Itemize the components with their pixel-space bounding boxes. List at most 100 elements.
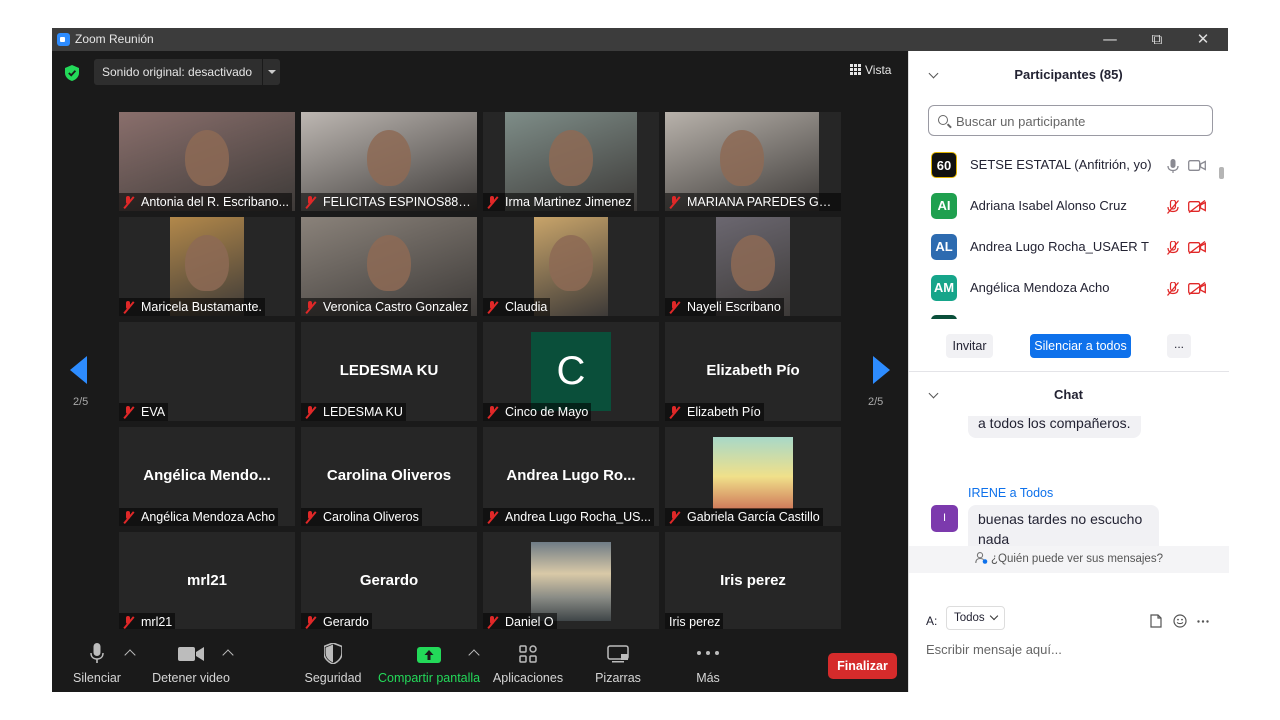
video-tile[interactable]: Daniel O [483, 532, 659, 631]
apps-button[interactable]: Aplicaciones [492, 629, 564, 692]
participant-row[interactable]: AI Adriana Isabel Alonso Cruz [909, 186, 1219, 227]
next-page-arrow-icon[interactable] [873, 356, 890, 384]
security-shield-icon [324, 643, 342, 664]
video-tile[interactable]: LEDESMA KU LEDESMA KU [301, 322, 477, 421]
video-tile[interactable]: mrl21 mrl21 [119, 532, 295, 631]
whiteboards-label: Pizarras [595, 671, 641, 685]
participant-name-label: Elizabeth Pío [665, 403, 764, 421]
video-tile[interactable]: C Cinco de Mayo [483, 322, 659, 421]
video-tile[interactable]: FELICITAS ESPINOS88A P... [301, 112, 477, 211]
close-button[interactable]: ✕ [1181, 28, 1225, 51]
participant-name: Antonia del R. Escribano... [141, 195, 289, 209]
file-attach-icon[interactable] [1150, 614, 1162, 628]
chevron-down-icon[interactable] [262, 59, 280, 85]
video-tile[interactable]: Veronica Castro Gonzalez [301, 217, 477, 316]
avatar: AM [931, 275, 957, 301]
participant-display-name: Gerardo [359, 572, 419, 589]
participant-name-label: EVA [119, 403, 169, 421]
restore-button[interactable]: ⧉ [1135, 28, 1179, 51]
video-tile[interactable]: Iris perez Iris perez [665, 532, 841, 631]
video-off-icon[interactable] [1188, 282, 1206, 295]
recipient-value: Todos [954, 612, 985, 624]
participant-row[interactable]: AL Andrea Lugo Rocha_USAER T [909, 227, 1219, 268]
original-sound-dropdown[interactable]: Sonido original: desactivado [94, 59, 280, 85]
participant-name: Veronica Castro Gonzalez [323, 300, 469, 314]
emoji-icon[interactable] [1173, 614, 1187, 628]
participant-name: Gabriela García Castillo [687, 510, 820, 524]
video-tile[interactable]: MARIANA PAREDES GUT... [665, 112, 841, 211]
participant-display-name: Andrea Lugo Ro... [506, 467, 636, 484]
video-tile[interactable]: Elizabeth Pío Elizabeth Pío [665, 322, 841, 421]
microphone-muted-icon[interactable] [1167, 200, 1179, 214]
participant-search-input[interactable]: Buscar un participante [928, 105, 1213, 136]
chat-more-dots-icon[interactable] [1197, 620, 1209, 623]
scrollbar-thumb[interactable] [1219, 167, 1224, 179]
more-label: Más [696, 671, 720, 685]
participant-name: mrl21 [141, 615, 173, 629]
microphone-muted-icon [305, 616, 316, 628]
microphone-muted-icon[interactable] [1167, 241, 1179, 255]
participant-name: Angélica Mendoza Acho [141, 510, 276, 524]
previous-page-arrow-icon[interactable] [70, 356, 87, 384]
video-off-icon[interactable] [1188, 241, 1206, 254]
video-tile[interactable]: Irma Martinez Jimenez [483, 112, 659, 211]
video-tile[interactable]: Carolina Oliveros Carolina Oliveros [301, 427, 477, 526]
video-camera-icon[interactable] [1188, 159, 1206, 172]
microphone-muted-icon [487, 511, 498, 523]
microphone-muted-icon [487, 616, 498, 628]
stop-video-button[interactable]: Detener video [152, 629, 230, 692]
participant-name: Claudia [505, 300, 548, 314]
participant-face [185, 235, 229, 291]
chat-message-line: buenas tardes no escucho [978, 511, 1143, 527]
participant-row-partial[interactable] [909, 309, 1219, 319]
minimize-button[interactable]: — [1088, 28, 1132, 51]
video-tile[interactable]: Andrea Lugo Ro... Andrea Lugo Rocha_US... [483, 427, 659, 526]
microphone-icon[interactable] [1167, 159, 1179, 173]
more-button[interactable]: Más [682, 629, 734, 692]
end-meeting-button[interactable]: Finalizar [828, 653, 897, 679]
participant-list-scrollbar[interactable] [1219, 167, 1224, 317]
video-tile[interactable]: Angélica Mendo... Angélica Mendoza Acho [119, 427, 295, 526]
view-button[interactable]: Vista [850, 63, 891, 77]
panel-divider [909, 371, 1229, 372]
whiteboard-icon [607, 645, 629, 663]
recipient-dropdown[interactable]: Todos [946, 606, 1005, 630]
video-tile[interactable]: Maricela Bustamante. [119, 217, 295, 316]
video-tile[interactable]: Claudia [483, 217, 659, 316]
whiteboards-button[interactable]: Pizarras [586, 629, 650, 692]
video-tile[interactable]: Gabriela García Castillo [665, 427, 841, 526]
video-tile[interactable]: Gerardo Gerardo [301, 532, 477, 631]
participant-row[interactable]: AM Angélica Mendoza Acho [909, 268, 1219, 309]
participant-name: Carolina Oliveros [323, 510, 419, 524]
participant-display-name: Elizabeth Pío [706, 362, 800, 379]
mute-all-button[interactable]: Silenciar a todos [1030, 334, 1131, 358]
chat-message-input[interactable]: Escribir mensaje aquí... [926, 642, 1062, 657]
participant-display-name: Angélica Mendo... [143, 467, 271, 484]
window-title: Zoom Reunión [75, 32, 154, 46]
meeting-toolbar: Silenciar Detener video Seguridad Compar… [52, 629, 908, 692]
participant-name: Maricela Bustamante. [141, 300, 262, 314]
microphone-muted-icon [669, 406, 680, 418]
video-tile[interactable]: EVA [119, 322, 295, 421]
avatar-letter: C [531, 332, 611, 411]
who-can-see-messages-link[interactable]: ¿Quién puede ver sus mensajes? [909, 546, 1229, 573]
participant-name-label: Andrea Lugo Rocha_US... [483, 508, 654, 526]
participants-more-button[interactable]: ... [1167, 334, 1191, 358]
encryption-shield-icon[interactable] [65, 65, 79, 81]
security-button[interactable]: Seguridad [302, 629, 364, 692]
participant-display-name: Carolina Oliveros [326, 467, 452, 484]
invite-button[interactable]: Invitar [946, 334, 993, 358]
side-panel: Participantes (85) Buscar un participant… [908, 51, 1229, 692]
microphone-muted-icon [487, 406, 498, 418]
participant-face [367, 235, 411, 291]
video-off-icon[interactable] [1188, 200, 1206, 213]
avatar: AL [931, 234, 957, 260]
microphone-muted-icon[interactable] [1167, 282, 1179, 296]
share-screen-button[interactable]: Compartir pantalla [378, 629, 480, 692]
video-tile[interactable]: Nayeli Escribano [665, 217, 841, 316]
participant-face [720, 130, 764, 186]
participant-row[interactable]: 60 SETSE ESTATAL (Anfitrión, yo) [909, 145, 1219, 186]
microphone-muted-icon [305, 301, 316, 313]
video-tile[interactable]: Antonia del R. Escribano... [119, 112, 295, 211]
mute-button[interactable]: Silenciar [66, 629, 128, 692]
